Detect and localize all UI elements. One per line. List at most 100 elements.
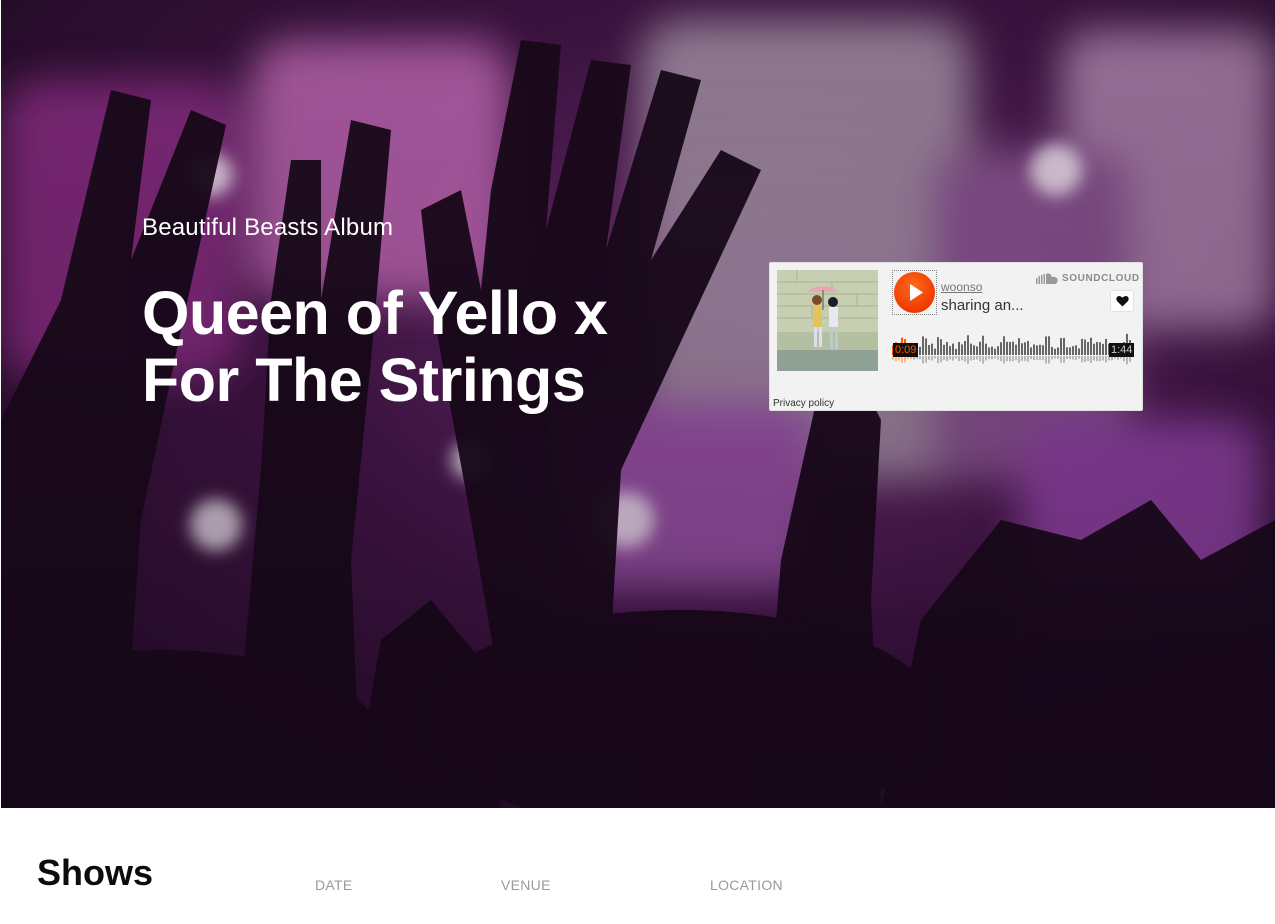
waveform-bar-reflection [1054,356,1056,359]
album-subtitle: Beautiful Beasts Album [142,214,394,241]
column-header-venue: VENUE [501,877,551,893]
play-icon [910,284,923,301]
waveform-bar-reflection [1126,356,1128,365]
waveform-bar [979,341,981,355]
waveform-bar [1093,343,1095,355]
waveform-bar-reflection [1048,356,1050,364]
waveform-bar-reflection [1066,356,1068,360]
waveform-bar [1012,341,1014,355]
waveform-bar [1099,342,1101,355]
privacy-policy-link[interactable]: Privacy policy [773,398,834,409]
waveform-bar-reflection [1015,356,1017,361]
waveform-bar [994,348,996,355]
waveform-bar-reflection [931,356,933,361]
waveform-bar [1036,345,1038,355]
waveform-bar [958,341,960,355]
waveform-bar [1006,341,1008,355]
waveform-bar-reflection [967,356,969,364]
total-duration: 1:44 [1109,343,1135,357]
waveform-bar-reflection [958,356,960,362]
waveform-bar-reflection [934,356,936,359]
soundcloud-cloud-icon [1036,273,1058,284]
waveform-bar [1024,342,1026,355]
waveform-bar [991,346,993,355]
waveform-bar [1003,336,1005,355]
waveform-bar-reflection [1021,356,1023,361]
waveform-bar [931,343,933,355]
waveform-bar-reflection [940,356,942,363]
waveform-bar [955,348,957,355]
waveform-bar-reflection [982,356,984,364]
waveform-bar-reflection [970,356,972,361]
waveform[interactable] [892,325,1136,369]
waveform-bar [1102,343,1104,355]
waveform-bar [1018,338,1020,355]
waveform-bar [1051,346,1053,355]
waveform-bar-reflection [1075,356,1077,360]
waveform-bar [1030,347,1032,355]
soundcloud-player: woonso sharing an... SOUNDCLOUD 0:09 1:4… [769,262,1143,411]
waveform-bar [976,346,978,355]
artist-username[interactable]: woonso [941,280,982,294]
waveform-bar-reflection [1093,356,1095,361]
waveform-bar-reflection [1036,356,1038,360]
waveform-bar-reflection [1009,356,1011,362]
waveform-bar-reflection [943,356,945,361]
waveform-bar-reflection [979,356,981,362]
waveform-bar-reflection [1099,356,1101,362]
waveform-bar [1084,339,1086,355]
waveform-bar-reflection [922,356,924,364]
column-header-date: DATE [315,877,353,893]
waveform-bar [997,346,999,355]
soundcloud-brand-text: SOUNDCLOUD [1062,273,1140,284]
current-time: 0:09 [893,343,919,357]
waveform-bar-reflection [964,356,966,362]
waveform-bar-reflection [901,356,903,363]
waveform-bar-reflection [946,356,948,362]
play-button[interactable] [892,270,937,315]
waveform-bar [946,342,948,355]
hero-title: Queen of Yello x For The Strings [142,279,608,414]
waveform-bar [988,347,990,355]
waveform-bar-reflection [976,356,978,360]
waveform-bar [1000,342,1002,355]
like-button[interactable] [1110,290,1134,312]
waveform-bar-reflection [994,356,996,359]
waveform-bar [967,335,969,355]
waveform-bar-reflection [952,356,954,361]
waveform-bar-reflection [988,356,990,359]
waveform-bar-reflection [1057,356,1059,359]
waveform-bar [1057,347,1059,355]
waveform-bar [922,336,924,355]
column-header-location: LOCATION [710,877,783,893]
waveform-bar [928,345,930,355]
waveform-bar-reflection [961,356,963,361]
waveform-bar-reflection [1060,356,1062,363]
waveform-bar [952,343,954,355]
waveform-bar [949,346,951,355]
waveform-bar-reflection [1030,356,1032,360]
waveform-bar-reflection [1006,356,1008,362]
waveform-bar [1015,344,1017,355]
waveform-bar [1042,345,1044,355]
track-title[interactable]: sharing an... [941,297,1041,314]
waveform-bar-reflection [997,356,999,360]
waveform-bar-reflection [949,356,951,360]
waveform-bar [1081,338,1083,355]
waveform-bar [937,337,939,355]
waveform-bar [1069,347,1071,355]
waveform-bar [1087,342,1089,355]
waveform-bar-reflection [1090,356,1092,363]
waveform-bar-reflection [1003,356,1005,364]
waveform-bar-reflection [1096,356,1098,362]
waveform-bar-reflection [1105,356,1107,363]
waveform-bar-reflection [1027,356,1029,362]
waveform-bar-reflection [925,356,927,363]
waveform-bar [1063,337,1065,355]
soundcloud-logo[interactable]: SOUNDCLOUD [1036,273,1140,284]
waveform-bar-reflection [1018,356,1020,363]
track-artwork[interactable] [777,270,878,371]
waveform-bar-reflection [1045,356,1047,364]
waveform-bar-reflection [1087,356,1089,362]
waveform-bar-reflection [1039,356,1041,361]
